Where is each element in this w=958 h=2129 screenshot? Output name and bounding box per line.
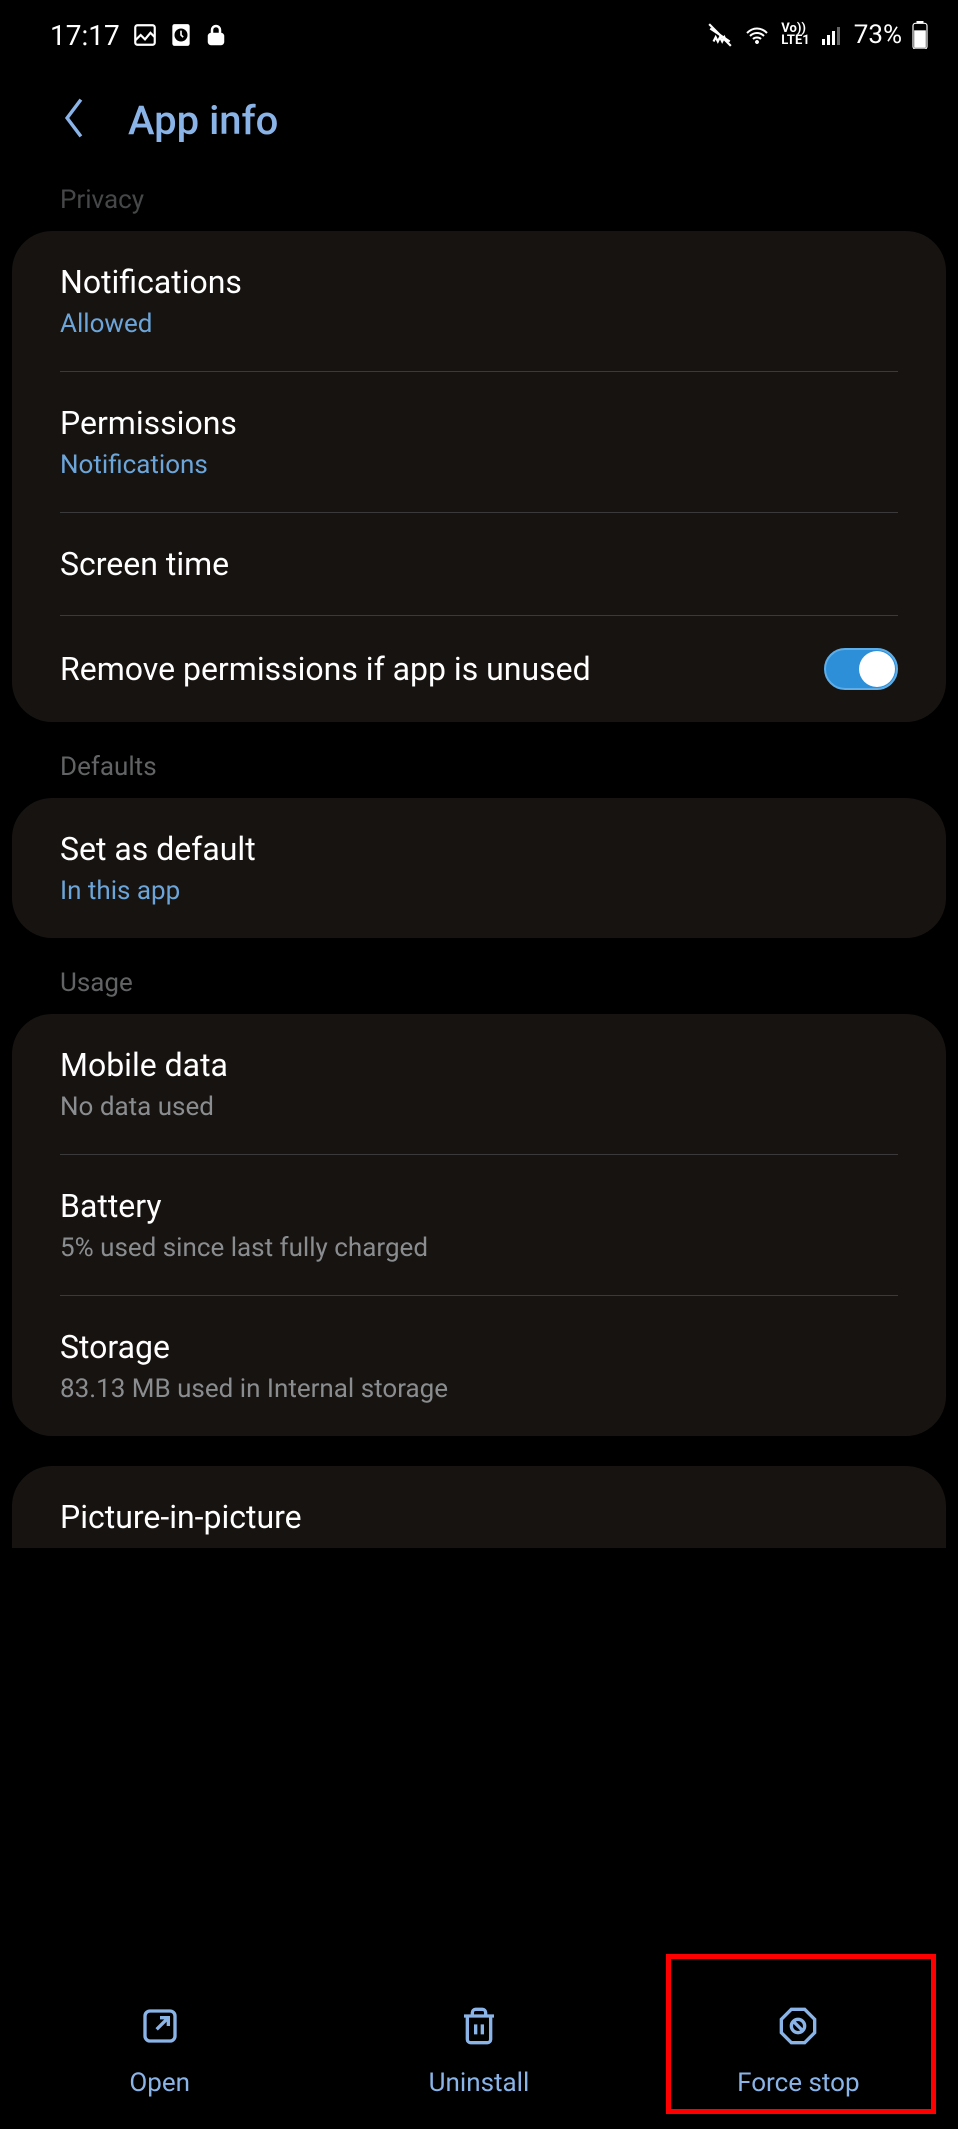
notifications-row[interactable]: Notifications Allowed bbox=[12, 231, 946, 371]
back-icon[interactable] bbox=[60, 95, 88, 145]
usage-card: Mobile data No data used Battery 5% used… bbox=[12, 1014, 946, 1436]
status-left: 17:17 bbox=[50, 19, 228, 52]
status-right: Vo))LTE1 73% bbox=[707, 20, 928, 50]
page-title: App info bbox=[128, 97, 278, 144]
image-icon bbox=[132, 22, 158, 48]
notifications-subtitle: Allowed bbox=[60, 309, 242, 339]
setdefault-row[interactable]: Set as default In this app bbox=[12, 798, 946, 938]
pip-card[interactable]: Picture-in-picture bbox=[12, 1466, 946, 1548]
removeperms-title: Remove permissions if app is unused bbox=[60, 650, 591, 688]
battery-icon bbox=[912, 21, 928, 49]
mobiledata-subtitle: No data used bbox=[60, 1092, 228, 1122]
pip-title: Picture-in-picture bbox=[60, 1498, 302, 1536]
wifi-icon bbox=[743, 23, 771, 47]
screentime-title: Screen time bbox=[60, 545, 229, 583]
removeperms-toggle[interactable] bbox=[824, 648, 898, 690]
status-time: 17:17 bbox=[50, 19, 120, 52]
defaults-card: Set as default In this app bbox=[12, 798, 946, 938]
toggle-knob bbox=[859, 651, 895, 687]
battery-percentage: 73% bbox=[854, 20, 902, 50]
permissions-title: Permissions bbox=[60, 404, 237, 442]
privacy-card: Notifications Allowed Permissions Notifi… bbox=[12, 231, 946, 722]
force-stop-label: Force stop bbox=[737, 2068, 859, 2098]
uninstall-label: Uninstall bbox=[429, 2068, 530, 2098]
removeperms-row[interactable]: Remove permissions if app is unused bbox=[12, 616, 946, 722]
section-usage-label: Usage bbox=[0, 968, 958, 1014]
status-left-icons bbox=[132, 22, 228, 48]
permissions-subtitle: Notifications bbox=[60, 450, 237, 480]
notifications-title: Notifications bbox=[60, 263, 242, 301]
open-label: Open bbox=[129, 2068, 190, 2098]
uninstall-button[interactable]: Uninstall bbox=[319, 1974, 638, 2129]
stop-icon bbox=[778, 2006, 818, 2050]
open-icon bbox=[140, 2006, 180, 2050]
lock-icon bbox=[204, 22, 228, 48]
battery-subtitle: 5% used since last fully charged bbox=[60, 1233, 428, 1263]
signal-icon bbox=[820, 23, 844, 47]
mobiledata-row[interactable]: Mobile data No data used bbox=[12, 1014, 946, 1154]
setdefault-subtitle: In this app bbox=[60, 876, 256, 906]
clock-card-icon bbox=[168, 22, 194, 48]
permissions-row[interactable]: Permissions Notifications bbox=[12, 372, 946, 512]
screentime-row[interactable]: Screen time bbox=[12, 513, 946, 615]
setdefault-title: Set as default bbox=[60, 830, 256, 868]
status-bar: 17:17 Vo))LTE1 73% bbox=[0, 0, 958, 60]
bottom-nav: Open Uninstall Force stop bbox=[0, 1959, 958, 2129]
storage-title: Storage bbox=[60, 1328, 448, 1366]
vibrate-icon bbox=[707, 22, 733, 48]
trash-icon bbox=[459, 2006, 499, 2050]
force-stop-button[interactable]: Force stop bbox=[639, 1974, 958, 2129]
section-defaults-label: Defaults bbox=[0, 752, 958, 798]
storage-subtitle: 83.13 MB used in Internal storage bbox=[60, 1374, 448, 1404]
open-button[interactable]: Open bbox=[0, 1974, 319, 2129]
battery-title: Battery bbox=[60, 1187, 428, 1225]
section-privacy-label: Privacy bbox=[0, 185, 958, 231]
header: App info bbox=[0, 60, 958, 185]
battery-row[interactable]: Battery 5% used since last fully charged bbox=[12, 1155, 946, 1295]
volte-icon: Vo))LTE1 bbox=[781, 23, 809, 47]
storage-row[interactable]: Storage 83.13 MB used in Internal storag… bbox=[12, 1296, 946, 1436]
mobiledata-title: Mobile data bbox=[60, 1046, 228, 1084]
